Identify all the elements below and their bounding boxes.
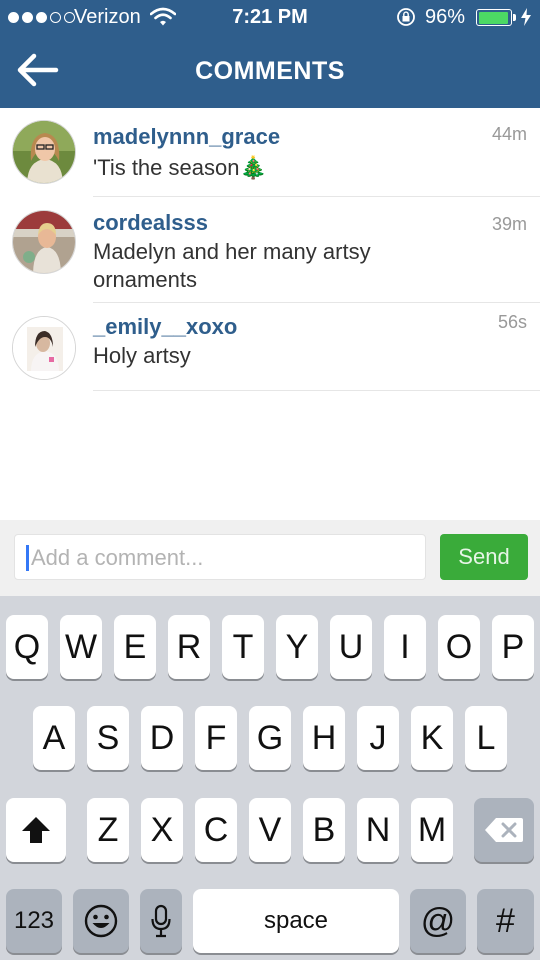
key-t[interactable]: T [222, 615, 264, 679]
comment-timestamp: 56s [497, 312, 527, 332]
emoji-key[interactable] [73, 889, 129, 953]
key-b[interactable]: B [303, 798, 345, 862]
key-a[interactable]: A [33, 706, 75, 770]
key-v[interactable]: V [249, 798, 291, 862]
key-q[interactable]: Q [6, 615, 48, 679]
comment-input-placeholder: Add a comment... [31, 545, 204, 570]
emoji-icon [84, 904, 118, 938]
backspace-icon [485, 818, 523, 842]
comment-item: madelynnn_grace 'Tis the season🎄 44m [0, 108, 540, 198]
comment-username[interactable]: madelynnn_grace [93, 124, 280, 150]
key-e[interactable]: E [114, 615, 156, 679]
comment-item: _emily__xoxo Holy artsy 56s [0, 302, 540, 392]
battery-percent: 96% [425, 6, 466, 28]
send-button[interactable]: Send [440, 534, 528, 580]
page-title: COMMENTS [195, 57, 345, 85]
microphone-key[interactable] [140, 889, 182, 953]
battery-icon [476, 9, 512, 26]
key-j[interactable]: J [357, 706, 399, 770]
avatar[interactable] [12, 316, 76, 380]
key-f[interactable]: F [195, 706, 237, 770]
comment-list: madelynnn_grace 'Tis the season🎄 44m cor… [0, 108, 540, 520]
key-h[interactable]: H [303, 706, 345, 770]
shift-key[interactable] [6, 798, 66, 862]
key-l[interactable]: L [465, 706, 507, 770]
at-key[interactable]: @ [410, 889, 466, 953]
key-s[interactable]: S [87, 706, 129, 770]
comment-text: 'Tis the season🎄 [93, 155, 267, 180]
comment-timestamp: 44m [491, 124, 527, 144]
avatar[interactable] [12, 120, 76, 184]
charging-bolt-icon [521, 8, 531, 26]
key-d[interactable]: D [141, 706, 183, 770]
comment-username[interactable]: _emily__xoxo [93, 314, 237, 340]
hash-key[interactable]: # [477, 889, 534, 953]
avatar[interactable] [12, 210, 76, 274]
text-caret [26, 545, 29, 571]
key-y[interactable]: Y [276, 615, 318, 679]
key-z[interactable]: Z [87, 798, 129, 862]
key-x[interactable]: X [141, 798, 183, 862]
shift-arrow-icon [22, 817, 50, 843]
key-m[interactable]: M [411, 798, 453, 862]
comment-text: Holy artsy [93, 343, 191, 368]
delete-key[interactable] [474, 798, 534, 862]
key-u[interactable]: U [330, 615, 372, 679]
nav-header: Verizon 7:21 PM 96% COMMENTS [0, 0, 540, 108]
comment-item: cordealsss Madelyn and her many artsy or… [0, 198, 540, 303]
rotation-lock-icon [397, 8, 415, 26]
divider [93, 196, 540, 197]
status-bar: Verizon 7:21 PM 96% [0, 0, 540, 36]
key-c[interactable]: C [195, 798, 237, 862]
key-p[interactable]: P [492, 615, 534, 679]
key-i[interactable]: I [384, 615, 426, 679]
key-o[interactable]: O [438, 615, 480, 679]
key-k[interactable]: K [411, 706, 453, 770]
key-w[interactable]: W [60, 615, 102, 679]
divider [93, 390, 540, 391]
keyboard: Q W E R T Y U I O P A S D F G H J K L Z … [0, 596, 540, 960]
battery-tip [513, 14, 516, 21]
key-g[interactable]: G [249, 706, 291, 770]
comment-text: Madelyn and her many artsy ornaments [93, 239, 371, 292]
comment-input-bar: Add a comment... Send [0, 520, 540, 596]
numbers-key[interactable]: 123 [6, 889, 62, 953]
comment-username[interactable]: cordealsss [93, 210, 208, 236]
key-n[interactable]: N [357, 798, 399, 862]
comment-timestamp: 39m [491, 214, 527, 234]
microphone-icon [151, 904, 171, 938]
comment-input[interactable]: Add a comment... [14, 534, 426, 580]
key-r[interactable]: R [168, 615, 210, 679]
space-key[interactable]: space [193, 889, 399, 953]
